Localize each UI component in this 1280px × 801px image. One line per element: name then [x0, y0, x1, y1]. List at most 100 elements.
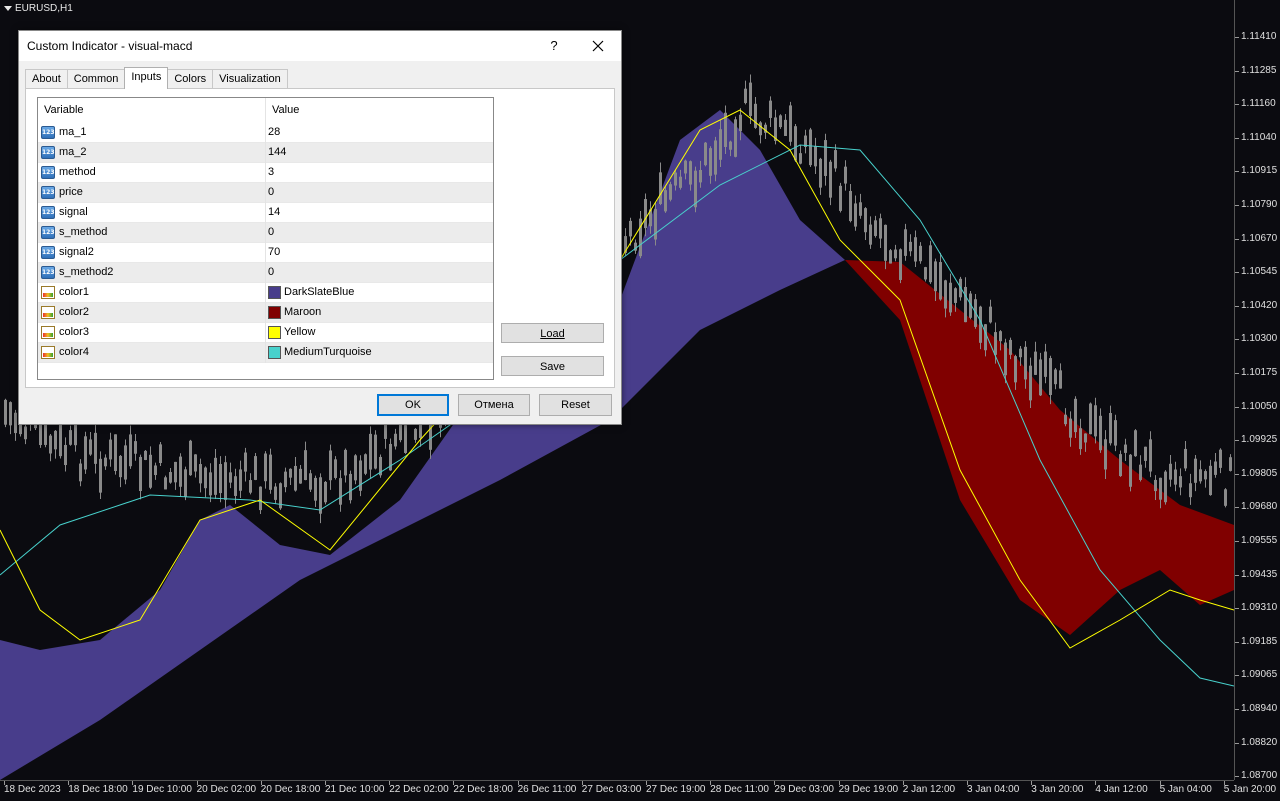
- price-tick: [1235, 37, 1239, 38]
- color-swatch: [268, 346, 281, 359]
- table-row[interactable]: 123 s_method2 0: [38, 263, 493, 283]
- color-swatch: [268, 286, 281, 299]
- price-label: 1.09680: [1241, 501, 1278, 513]
- load-button[interactable]: Load: [501, 323, 604, 343]
- table-row[interactable]: 123 s_method 0: [38, 223, 493, 243]
- table-row[interactable]: 123 method 3: [38, 163, 493, 183]
- tab-colors[interactable]: Colors: [167, 69, 214, 89]
- variable-cell: color1: [38, 283, 266, 303]
- table-row[interactable]: color1 DarkSlateBlue: [38, 283, 493, 303]
- tab-about[interactable]: About: [25, 69, 68, 89]
- value-cell[interactable]: 14: [266, 203, 493, 223]
- value-text: Maroon: [284, 306, 322, 318]
- variable-name: price: [59, 186, 83, 198]
- table-row[interactable]: 123 price 0: [38, 183, 493, 203]
- price-tick: [1235, 776, 1239, 778]
- value-text: 14: [268, 206, 281, 218]
- value-cell[interactable]: 28: [266, 123, 493, 143]
- value-cell[interactable]: 144: [266, 143, 493, 163]
- table-row[interactable]: 123 ma_2 144: [38, 143, 493, 163]
- ok-button[interactable]: OK: [377, 394, 449, 416]
- time-label: 22 Dec 18:00: [453, 784, 513, 795]
- variable-name: signal2: [59, 246, 94, 258]
- symbol-label[interactable]: EURUSD,H1: [4, 3, 73, 14]
- number-type-icon: 123: [41, 186, 55, 199]
- close-button[interactable]: [587, 35, 609, 57]
- time-label: 26 Dec 11:00: [517, 784, 577, 795]
- variable-cell: 123 price: [38, 183, 266, 203]
- help-button[interactable]: ?: [543, 35, 565, 57]
- time-label: 4 Jan 12:00: [1095, 784, 1148, 795]
- value-cell[interactable]: Maroon: [266, 303, 493, 323]
- variable-cell: 123 signal2: [38, 243, 266, 263]
- dialog-titlebar[interactable]: Custom Indicator - visual-macd ?: [19, 31, 621, 61]
- value-cell[interactable]: DarkSlateBlue: [266, 283, 493, 303]
- color-type-icon: [41, 286, 55, 299]
- price-tick: [1235, 171, 1239, 173]
- value-cell[interactable]: Yellow: [266, 323, 493, 343]
- value-cell[interactable]: 3: [266, 163, 493, 183]
- number-type-icon: 123: [41, 226, 55, 239]
- value-cell[interactable]: MediumTurquoise: [266, 343, 493, 363]
- value-cell[interactable]: 70: [266, 243, 493, 263]
- value-text: MediumTurquoise: [284, 346, 372, 358]
- tab-inputs[interactable]: Inputs: [124, 67, 169, 89]
- table-row[interactable]: color4 MediumTurquoise: [38, 343, 493, 363]
- price-tick: [1235, 70, 1239, 72]
- variable-cell: 123 s_method2: [38, 263, 266, 283]
- variable-cell: 123 ma_1: [38, 123, 266, 143]
- value-text: 28: [268, 126, 281, 138]
- table-row[interactable]: 123 ma_1 28: [38, 123, 493, 143]
- price-tick: [1235, 473, 1239, 475]
- value-text: 3: [268, 166, 275, 178]
- time-axis[interactable]: 18 Dec 2023 18 Dec 18:00 19 Dec 10:00 20 De…: [0, 780, 1276, 801]
- price-tick: [1235, 406, 1239, 408]
- table-row[interactable]: color2 Maroon: [38, 303, 493, 323]
- bearish-band: [845, 260, 1234, 635]
- variable-name: color2: [59, 306, 89, 318]
- color-type-icon: [41, 326, 55, 339]
- time-label: 29 Dec 03:00: [774, 784, 834, 795]
- table-row[interactable]: color3 Yellow: [38, 323, 493, 343]
- time-label: 19 Dec 10:00: [132, 784, 192, 795]
- value-cell[interactable]: 0: [266, 223, 493, 243]
- price-tick: [1235, 574, 1239, 576]
- price-label: 1.10175: [1241, 367, 1278, 378]
- tab-visualization[interactable]: Visualization: [212, 69, 288, 89]
- table-row[interactable]: 123 signal 14: [38, 203, 493, 223]
- reset-button[interactable]: Reset: [539, 394, 612, 416]
- price-label: 1.10670: [1241, 232, 1278, 244]
- variable-cell: color2: [38, 303, 266, 323]
- cancel-button[interactable]: Отмена: [458, 394, 530, 416]
- load-button-label: Load: [540, 328, 565, 340]
- time-label: 20 Dec 18:00: [260, 784, 321, 795]
- number-type-icon: 123: [41, 206, 55, 219]
- table-header: Variable Value: [38, 98, 493, 123]
- variable-name: s_method: [59, 226, 108, 238]
- variable-cell: 123 ma_2: [38, 143, 266, 163]
- price-label: 1.09435: [1241, 568, 1278, 580]
- variable-cell: color3: [38, 323, 266, 343]
- value-cell[interactable]: 0: [266, 263, 493, 283]
- price-axis[interactable]: 1.11410 1.11285 1.11160 1.11040 1.10915 1.107…: [1234, 0, 1280, 781]
- variable-name: color4: [59, 346, 89, 358]
- save-button[interactable]: Save: [501, 356, 604, 376]
- value-text: 144: [268, 146, 287, 158]
- value-text: Yellow: [284, 326, 316, 338]
- time-label: 18 Dec 18:00: [68, 784, 128, 795]
- column-header-value[interactable]: Value: [266, 98, 493, 123]
- price-tick: [1235, 440, 1239, 442]
- price-label: 1.10790: [1241, 199, 1278, 210]
- price-label: 1.10915: [1241, 165, 1278, 177]
- price-label: 1.11410: [1241, 31, 1277, 42]
- price-tick: [1235, 104, 1239, 106]
- variable-cell: color4: [38, 343, 266, 363]
- tab-common[interactable]: Common: [66, 69, 126, 89]
- table-row[interactable]: 123 signal2 70: [38, 243, 493, 263]
- variable-name: signal: [59, 206, 88, 218]
- value-cell[interactable]: 0: [266, 183, 493, 203]
- price-label: 1.09310: [1241, 602, 1278, 614]
- inputs-tab-panel: Variable Value 123 ma_1 28 123 ma_2 144 123 met…: [25, 88, 615, 388]
- price-tick: [1235, 541, 1239, 542]
- column-header-variable[interactable]: Variable: [38, 98, 266, 123]
